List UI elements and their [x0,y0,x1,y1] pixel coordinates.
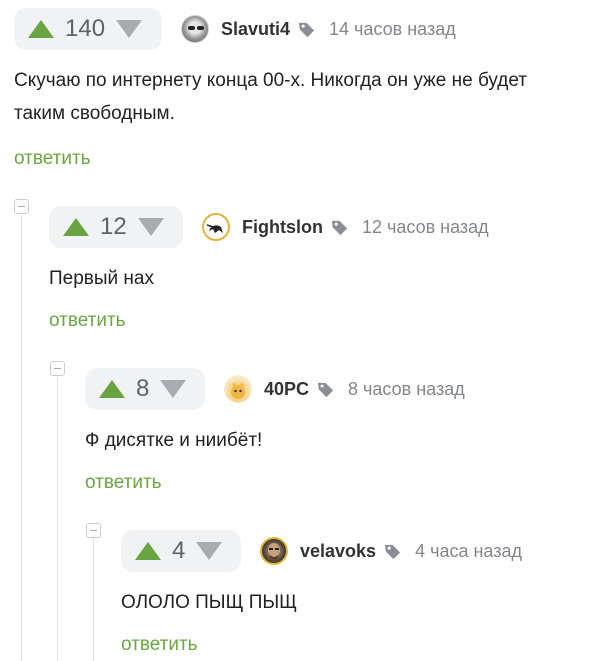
comment-time: 14 часов назад [329,18,456,39]
rating-block: 140 [14,8,162,50]
comment-header: 8 40PC 8 часов назад [85,368,465,410]
reply-link[interactable]: ответить [121,634,198,656]
tag-icon[interactable] [316,380,335,399]
rating-score: 4 [172,537,186,564]
downvote-icon[interactable] [196,542,223,560]
comment-text: Скучаю по интернету конца 00-х. Никогда … [14,70,527,124]
rating-block: 4 [121,530,241,572]
reply-link[interactable]: ответить [14,148,91,170]
comment-text: Первый нах [49,268,154,289]
author-name[interactable]: Slavuti4 [221,19,290,40]
comment-time: 4 часа назад [415,540,522,561]
collapse-thread-button[interactable] [86,523,101,538]
tag-icon[interactable] [330,218,349,237]
author-name[interactable]: velavoks [300,541,376,562]
rating-block: 12 [49,206,183,248]
bald-man-icon [268,543,280,560]
rating-score: 140 [65,15,106,42]
comment-header: 12 Fightslon 12 часов назад [49,206,489,248]
comment-header: 140 Slavuti4 14 часов назад [14,8,456,50]
comment-text: Ф дисятке и ниибёт! [85,430,263,451]
comment-text: ОЛОЛО ПЫЩ ПЫЩ [121,592,297,613]
comment-header: 4 velavoks 4 часа назад [121,530,522,572]
rating-score: 8 [136,375,150,402]
elephant-figure-icon [206,224,223,233]
avatar[interactable] [202,213,230,241]
comment-time: 8 часов назад [348,378,465,399]
rating-score: 12 [100,213,127,240]
tag-icon[interactable] [383,542,402,561]
reply-link[interactable]: ответить [85,472,162,494]
tag-icon[interactable] [297,20,316,39]
thread-line [21,215,22,661]
upvote-icon[interactable] [135,542,161,560]
avatar[interactable] [224,375,252,403]
upvote-icon[interactable] [99,380,125,398]
downvote-icon[interactable] [160,380,187,398]
author-name[interactable]: 40PC [264,379,309,400]
cartoon-cat-icon [231,382,245,399]
collapse-thread-button[interactable] [14,199,29,214]
downvote-icon[interactable] [137,218,164,236]
upvote-icon[interactable] [28,20,54,38]
thread-line [93,539,94,661]
upvote-icon[interactable] [63,218,89,236]
reply-link[interactable]: ответить [49,310,126,332]
avatar[interactable] [181,15,209,43]
author-name[interactable]: Fightslon [242,217,323,238]
collapse-thread-button[interactable] [50,361,65,376]
thread-line [57,377,58,661]
rating-block: 8 [85,368,205,410]
comment-time: 12 часов назад [361,216,489,237]
downvote-icon[interactable] [116,20,143,38]
avatar[interactable] [260,537,288,565]
